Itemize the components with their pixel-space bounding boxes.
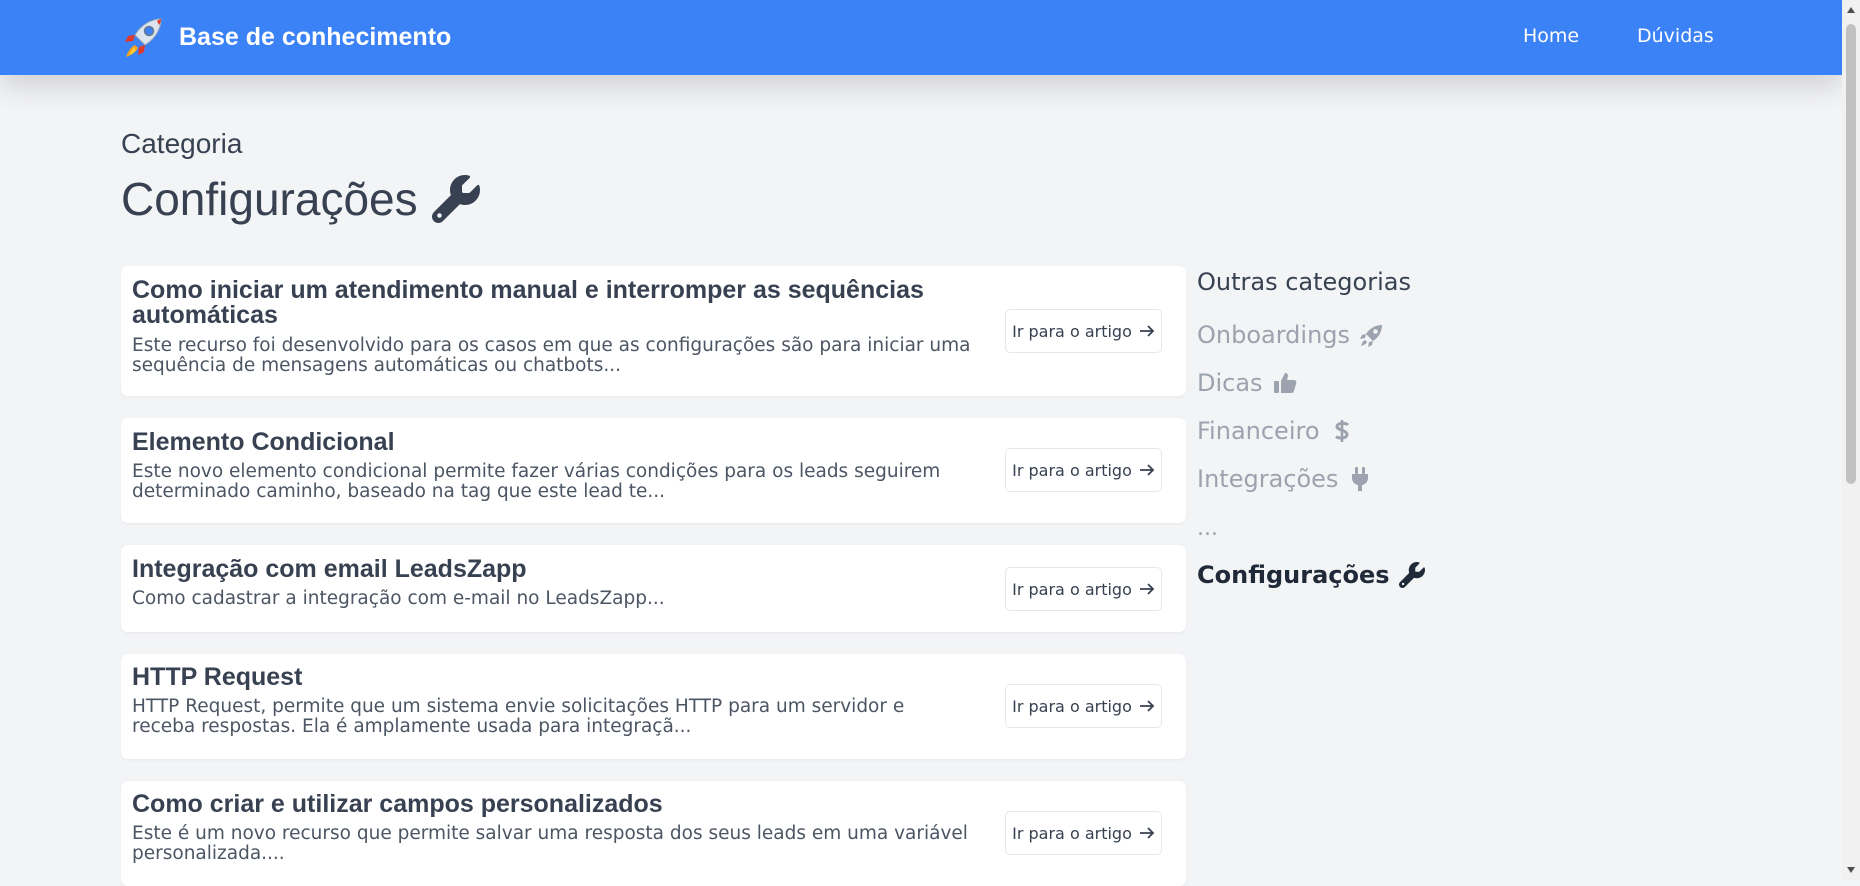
sidebar-item-onboardings[interactable]: Onboardings (1197, 321, 1385, 349)
go-to-article-button[interactable]: Ir para o artigo (1005, 448, 1162, 492)
rocket-icon (125, 18, 162, 57)
article-card[interactable]: HTTP Request HTTP Request, permite que u… (121, 654, 1186, 759)
go-to-article-button[interactable]: Ir para o artigo (1005, 309, 1162, 353)
article-description: HTTP Request, permite que um sistema env… (132, 696, 905, 737)
page-title: Configurações (121, 172, 480, 226)
scroll-up-arrow-icon[interactable] (1846, 6, 1856, 14)
sidebar-item-integracoes[interactable]: Integrações (1197, 465, 1373, 493)
go-to-article-button[interactable]: Ir para o artigo (1005, 684, 1162, 728)
sidebar-item-dicas[interactable]: Dicas (1197, 369, 1298, 397)
arrow-right-icon (1139, 583, 1155, 595)
article-card[interactable]: Integração com email LeadsZapp Como cada… (121, 545, 1186, 632)
scrollbar-thumb[interactable] (1846, 24, 1856, 484)
page-title-text: Configurações (121, 173, 418, 225)
wrench-icon (431, 175, 480, 223)
sidebar-item-configuracoes[interactable]: Configurações (1197, 561, 1425, 589)
sidebar-ellipsis: ... (1197, 516, 1218, 541)
dollar-icon (1334, 420, 1349, 442)
article-card[interactable]: Como criar e utilizar campos personaliza… (121, 781, 1186, 886)
arrow-right-icon (1139, 700, 1155, 712)
sidebar-item-label: Integrações (1197, 465, 1339, 493)
thumbs-up-icon (1273, 373, 1296, 393)
go-to-article-button[interactable]: Ir para o artigo (1005, 567, 1162, 611)
top-navbar: Base de conhecimento Home Dúvidas (0, 0, 1842, 75)
plug-icon (1352, 467, 1369, 491)
go-to-article-label: Ir para o artigo (1012, 823, 1132, 843)
article-card[interactable]: Elemento Condicional Este novo elemento … (121, 418, 1186, 523)
other-categories-heading: Outras categorias (1197, 268, 1411, 296)
nav-duvidas-link[interactable]: Dúvidas (1637, 25, 1714, 47)
sidebar-item-label: Onboardings (1197, 321, 1351, 349)
arrow-right-icon (1139, 464, 1155, 476)
go-to-article-label: Ir para o artigo (1012, 579, 1132, 599)
sidebar-item-label: Dicas (1197, 369, 1263, 397)
article-card[interactable]: Como iniciar um atendimento manual e int… (121, 266, 1186, 396)
page-eyebrow: Categoria (121, 128, 243, 159)
go-to-article-label: Ir para o artigo (1012, 696, 1132, 716)
rocket-icon (1360, 325, 1383, 347)
scroll-down-arrow-icon[interactable] (1846, 866, 1856, 874)
brand[interactable]: Base de conhecimento (121, 15, 451, 59)
article-title[interactable]: Integração com email LeadsZapp (132, 557, 972, 582)
vertical-scrollbar[interactable] (1842, 0, 1860, 880)
article-title[interactable]: Elemento Condicional (132, 430, 972, 455)
article-description: Este recurso foi desenvolvido para os ca… (132, 335, 971, 376)
go-to-article-label: Ir para o artigo (1012, 460, 1132, 480)
article-title[interactable]: HTTP Request (132, 665, 972, 690)
go-to-article-button[interactable]: Ir para o artigo (1005, 811, 1162, 855)
arrow-right-icon (1139, 827, 1155, 839)
go-to-article-label: Ir para o artigo (1012, 321, 1132, 341)
wrench-icon (1398, 562, 1425, 588)
sidebar-item-financeiro[interactable]: Financeiro (1197, 417, 1355, 445)
brand-title: Base de conhecimento (179, 22, 452, 51)
article-title[interactable]: Como criar e utilizar campos personaliza… (132, 792, 972, 817)
article-description: Como cadastrar a integração com e-mail n… (132, 588, 665, 609)
article-description: Este é um novo recurso que permite salva… (132, 823, 968, 864)
arrow-right-icon (1139, 325, 1155, 337)
sidebar-item-label: Configurações (1197, 561, 1390, 589)
nav-home-link[interactable]: Home (1523, 25, 1579, 47)
article-description: Este novo elemento condicional permite f… (132, 461, 941, 502)
article-title[interactable]: Como iniciar um atendimento manual e int… (132, 278, 972, 328)
sidebar-item-label: Financeiro (1197, 417, 1320, 445)
